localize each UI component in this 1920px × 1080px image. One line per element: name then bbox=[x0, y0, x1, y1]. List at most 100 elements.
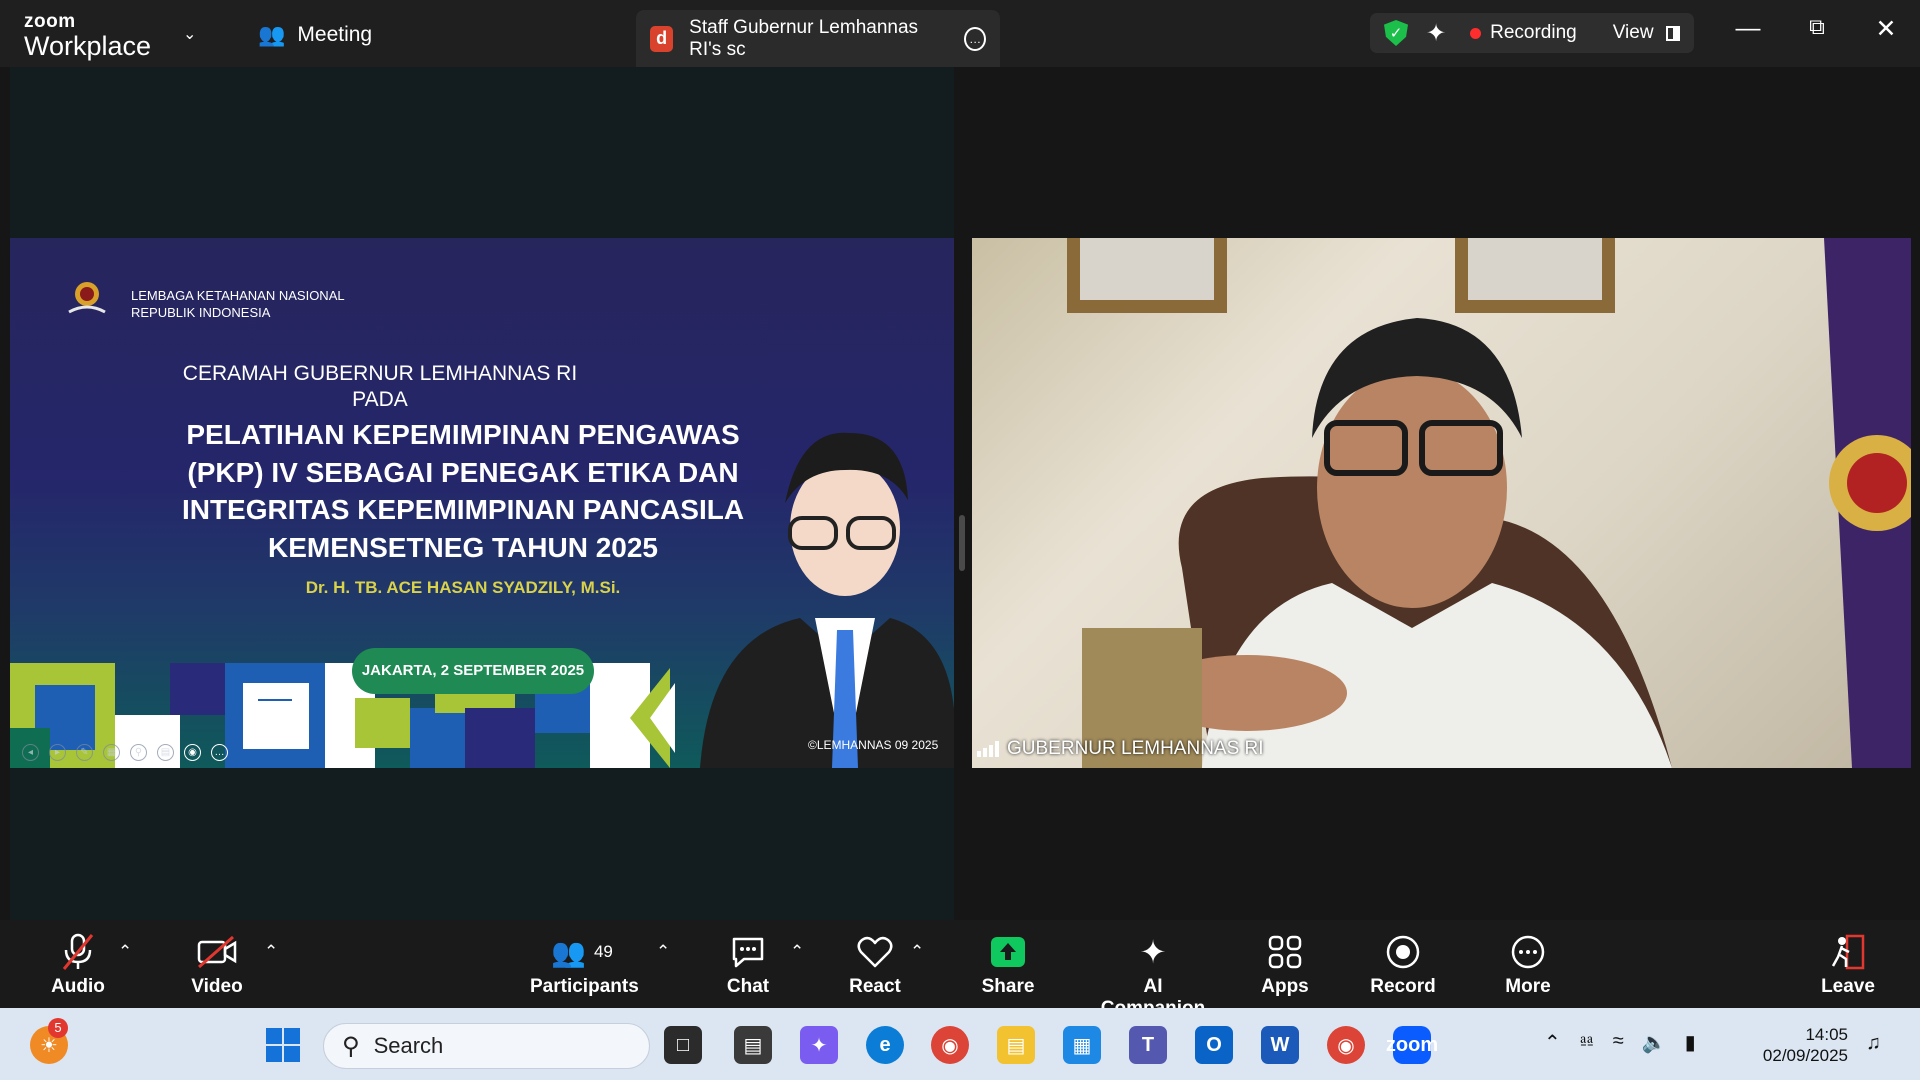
participants-button[interactable]: 👥 49 Participants bbox=[530, 932, 639, 998]
next-slide-icon[interactable]: ▸ bbox=[49, 744, 66, 761]
shared-slide: LEMBAGA KETAHANAN NASIONAL REPUBLIK INDO… bbox=[10, 238, 954, 768]
edge-browser-icon[interactable]: e bbox=[866, 1026, 904, 1064]
notification-bell-icon[interactable]: ♫ bbox=[1866, 1032, 1881, 1055]
video-label: Video bbox=[191, 976, 243, 997]
show-hidden-icons-icon[interactable]: ⌃ bbox=[1544, 1030, 1561, 1055]
chat-options-caret-icon[interactable]: ⌃ bbox=[790, 942, 804, 962]
slide-speaker: Dr. H. TB. ACE HASAN SYADZILY, M.Si. bbox=[305, 578, 621, 597]
more-button[interactable]: More bbox=[1503, 932, 1553, 998]
org-line-1: LEMBAGA KETAHANAN NASIONAL bbox=[131, 288, 345, 303]
slide-copyright: ©LEMHANNAS 09 2025 bbox=[808, 738, 939, 752]
audio-label: Audio bbox=[51, 976, 105, 997]
video-options-caret-icon[interactable]: ⌃ bbox=[264, 942, 278, 962]
status-pill: ✓ ✦ Recording View bbox=[1370, 13, 1694, 53]
wifi-icon[interactable]: ≈ bbox=[1613, 1030, 1624, 1055]
participants-icon-row: 👥 49 bbox=[530, 932, 634, 972]
restore-icon[interactable]: ⧉ bbox=[1797, 14, 1837, 40]
subtitles-icon[interactable]: ▤ bbox=[157, 744, 174, 761]
more-label: More bbox=[1505, 976, 1551, 997]
apps-icon bbox=[1260, 932, 1310, 972]
more-icon bbox=[1503, 932, 1553, 972]
slide-date-pill: JAKARTA, 2 SEPTEMBER 2025 bbox=[352, 648, 594, 694]
system-tray: ⌃ ⎂ ≈ 🔈 ▮ bbox=[1544, 1030, 1696, 1055]
brand-bottom-text: Workplace bbox=[24, 31, 152, 61]
clock-time: 14:05 bbox=[1805, 1025, 1848, 1044]
pane-resize-handle[interactable] bbox=[959, 515, 965, 571]
microphone-icon[interactable]: ⎂ bbox=[1579, 1030, 1595, 1055]
meeting-menu[interactable]: 👥 Meeting bbox=[258, 22, 372, 48]
more-options-icon[interactable]: … bbox=[211, 744, 228, 761]
battery-icon[interactable]: ▮ bbox=[1685, 1030, 1696, 1055]
encryption-shield-icon[interactable]: ✓ bbox=[1384, 20, 1408, 46]
leave-label: Leave bbox=[1821, 976, 1875, 997]
clock[interactable]: 14:05 02/09/2025 bbox=[1758, 1024, 1848, 1067]
audio-options-caret-icon[interactable]: ⌃ bbox=[118, 942, 132, 962]
share-tab-title: Staff Gubernur Lemhannas RI's sc bbox=[689, 16, 919, 60]
view-layout-icon[interactable] bbox=[1665, 25, 1680, 41]
windows-taskbar: ☀ ⚲ Search □ ▤ ✦ e ◉ ▤ ▦ T O W ◉ zoom ⌃ … bbox=[0, 1008, 1920, 1080]
chat-button[interactable]: Chat bbox=[720, 932, 776, 998]
ai-sparkle-icon[interactable]: ✦ bbox=[1426, 19, 1446, 48]
outlook-app-icon[interactable]: O bbox=[1195, 1026, 1233, 1064]
apps-button[interactable]: Apps bbox=[1260, 932, 1310, 998]
notification-badge: 5 bbox=[48, 1018, 68, 1038]
view-button[interactable]: View bbox=[1613, 22, 1654, 44]
chrome-browser-icon[interactable]: ◉ bbox=[931, 1026, 969, 1064]
react-button[interactable]: React bbox=[845, 932, 905, 998]
camera-icon[interactable]: ◉ bbox=[184, 744, 201, 761]
react-options-caret-icon[interactable]: ⌃ bbox=[910, 942, 924, 962]
recording-label[interactable]: Recording bbox=[1490, 22, 1577, 44]
clock-date: 02/09/2025 bbox=[1762, 1046, 1848, 1066]
video-off-icon bbox=[184, 932, 250, 972]
chrome-profile-icon[interactable]: ◉ bbox=[1327, 1026, 1365, 1064]
copilot-app-icon[interactable]: ✦ bbox=[800, 1026, 838, 1064]
zoom-icon[interactable]: ⚲ bbox=[130, 744, 147, 761]
pen-icon[interactable]: ✎ bbox=[76, 744, 93, 761]
organization-name: LEMBAGA KETAHANAN NASIONAL REPUBLIK INDO… bbox=[131, 288, 345, 321]
meeting-controls: Audio ⌃ Video ⌃ 👥 49 Participants ⌃ Chat… bbox=[0, 920, 1920, 1019]
word-app-icon[interactable]: W bbox=[1261, 1026, 1299, 1064]
task-view-icon[interactable]: □ bbox=[664, 1026, 702, 1064]
chevron-down-icon[interactable]: ⌄ bbox=[183, 24, 196, 44]
people-icon: 👥 bbox=[258, 22, 286, 47]
share-source-icon: d bbox=[650, 25, 674, 52]
record-label: Record bbox=[1370, 976, 1436, 997]
participants-options-caret-icon[interactable]: ⌃ bbox=[656, 942, 670, 962]
ai-companion-icon: ✦ bbox=[1139, 934, 1167, 970]
zoom-app-icon[interactable]: zoom bbox=[1386, 1026, 1438, 1064]
taskbar-search[interactable]: ⚲ Search bbox=[323, 1023, 650, 1069]
org-line-2: REPUBLIK INDONESIA bbox=[131, 304, 271, 320]
slide-title: PELATIHAN KEPEMIMPINAN PENGAWAS (PKP) IV… bbox=[181, 419, 745, 563]
share-label: Share bbox=[981, 976, 1035, 997]
file-explorer-icon[interactable]: ▤ bbox=[997, 1026, 1035, 1064]
audio-button[interactable]: Audio bbox=[45, 932, 111, 998]
participant-video: GUBERNUR LEMHANNAS RI bbox=[972, 238, 1911, 768]
video-button[interactable]: Video bbox=[184, 932, 250, 998]
minimize-icon[interactable]: — bbox=[1728, 14, 1768, 43]
share-screen-icon bbox=[978, 932, 1038, 972]
teams-app-icon[interactable]: T bbox=[1129, 1026, 1167, 1064]
search-placeholder: Search bbox=[373, 1033, 444, 1058]
volume-icon[interactable]: 🔈 bbox=[1642, 1030, 1667, 1055]
share-button[interactable]: Share bbox=[978, 932, 1038, 998]
signal-strength-icon bbox=[977, 741, 999, 757]
previous-slide-icon[interactable]: ◂ bbox=[22, 744, 39, 761]
recording-dot-icon bbox=[1470, 27, 1482, 39]
title-bar: zoom Workplace ⌄ 👥 Meeting d Staff Guber… bbox=[0, 0, 1920, 67]
microsoft-store-icon[interactable]: ▦ bbox=[1063, 1026, 1101, 1064]
notepad-app-icon[interactable]: ▤ bbox=[734, 1026, 772, 1064]
grid-view-icon[interactable]: ▦ bbox=[103, 744, 120, 761]
slide-subtitle-2: PADA bbox=[352, 388, 408, 411]
brand-top-text: zoom bbox=[24, 11, 76, 32]
record-icon bbox=[1370, 932, 1436, 972]
participants-label: Participants bbox=[530, 976, 639, 997]
more-options-icon[interactable]: … bbox=[964, 26, 986, 51]
close-icon[interactable]: ✕ bbox=[1866, 14, 1906, 44]
leave-button[interactable]: Leave bbox=[1820, 932, 1876, 998]
windows-start-icon[interactable] bbox=[264, 1026, 302, 1064]
record-button[interactable]: Record bbox=[1370, 932, 1436, 998]
ai-companion-button[interactable]: ✦ AI Companion bbox=[1090, 932, 1216, 1020]
share-tab[interactable]: d Staff Gubernur Lemhannas RI's sc … bbox=[636, 10, 1000, 67]
participant-name-tag: GUBERNUR LEMHANNAS RI bbox=[977, 738, 1264, 760]
slideshow-toolbar: ◂ ▸ ✎ ▦ ⚲ ▤ ◉ … bbox=[22, 744, 228, 761]
